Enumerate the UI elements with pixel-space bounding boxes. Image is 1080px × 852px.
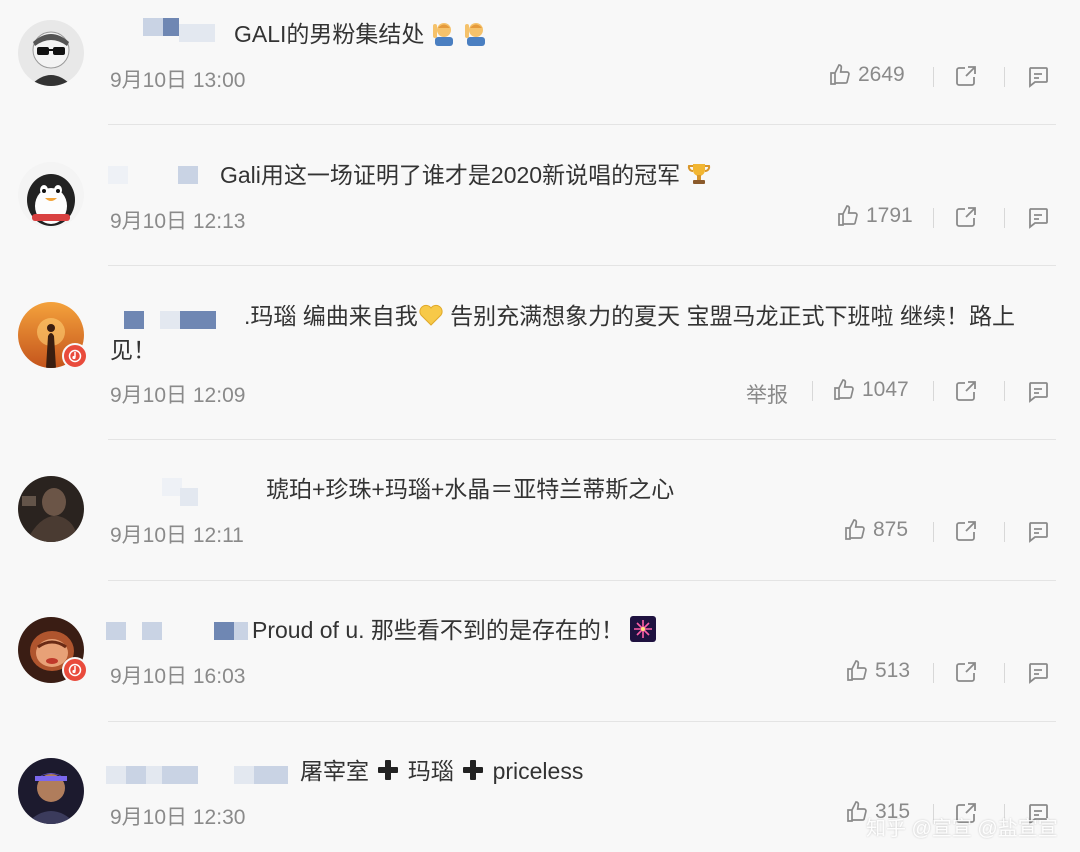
- divider: [1004, 522, 1005, 542]
- like-count: 1047: [862, 378, 909, 401]
- blurred-username[interactable]: [142, 622, 162, 640]
- blurred-username[interactable]: [180, 488, 198, 506]
- music-badge: [62, 343, 88, 369]
- comment-divider: [108, 439, 1056, 440]
- like-button[interactable]: 2649: [828, 63, 905, 87]
- divider: [1004, 208, 1005, 228]
- comment-text: 屠宰室 玛瑙 priceless: [300, 758, 584, 784]
- like-count: 513: [875, 659, 911, 682]
- blurred-username[interactable]: [108, 166, 128, 184]
- share-icon[interactable]: [954, 660, 978, 684]
- comment-time: 9月10日 12:13: [110, 210, 246, 233]
- trophy-icon: [688, 164, 711, 184]
- avatar[interactable]: [18, 476, 84, 542]
- blurred-username[interactable]: [143, 18, 163, 36]
- thumbs-up-icon: [838, 205, 858, 226]
- comment-divider: [108, 265, 1056, 266]
- yellow-heart-icon: [419, 304, 443, 326]
- avatar[interactable]: [18, 20, 84, 86]
- divider: [1004, 381, 1005, 401]
- comment-divider: [108, 580, 1056, 581]
- fireworks-icon: [630, 616, 657, 642]
- share-icon[interactable]: [954, 519, 978, 543]
- like-button[interactable]: 1791: [836, 204, 913, 228]
- divider: [1004, 67, 1005, 87]
- blurred-username[interactable]: [106, 622, 126, 640]
- blurred-username[interactable]: [163, 18, 179, 36]
- thumbs-up-icon: [834, 379, 854, 400]
- report-button[interactable]: 举报: [746, 379, 788, 409]
- blurred-username[interactable]: [162, 478, 182, 496]
- divider: [933, 522, 934, 542]
- comment-divider: [108, 124, 1056, 125]
- blurred-username[interactable]: [126, 766, 146, 784]
- comment-time: 9月10日 13:00: [110, 69, 246, 92]
- like-button[interactable]: 1047: [832, 378, 909, 402]
- comment-icon[interactable]: [1026, 64, 1050, 88]
- divider: [933, 208, 934, 228]
- comment-text: Gali用这一场证明了谁才是2020新说唱的冠军: [220, 158, 712, 192]
- share-icon[interactable]: [954, 205, 978, 229]
- comment-icon[interactable]: [1026, 660, 1050, 684]
- comment-text: .玛瑙 编曲来自我 告别充满想象力的夏天 宝盟马龙正式下班啦 继续！路上见！: [110, 303, 1015, 363]
- like-count: 2649: [858, 63, 905, 86]
- divider: [933, 663, 934, 683]
- comment-time: 9月10日 12:30: [110, 806, 246, 829]
- blurred-username[interactable]: [146, 766, 162, 784]
- like-count: 1791: [866, 204, 913, 227]
- blurred-username[interactable]: [179, 24, 215, 42]
- avatar[interactable]: [18, 758, 84, 824]
- comment-icon[interactable]: [1026, 205, 1050, 229]
- watermark: 知乎 @宣宣 @盐宣宣: [866, 818, 1058, 840]
- comment-text: 琥珀+珍珠+玛瑙+水晶＝亚特兰蒂斯之心: [266, 476, 675, 502]
- comment-icon[interactable]: [1026, 519, 1050, 543]
- comment-icon[interactable]: [1026, 379, 1050, 403]
- person-raising-hand-icon: [465, 23, 486, 46]
- blurred-username[interactable]: [214, 622, 234, 640]
- music-note-icon: [68, 663, 82, 677]
- blurred-username[interactable]: [162, 766, 198, 784]
- blurred-username[interactable]: [254, 766, 288, 784]
- comment-time: 9月10日 12:09: [110, 384, 246, 407]
- thumbs-up-icon: [847, 660, 867, 681]
- plus-icon: [463, 760, 484, 780]
- divider: [933, 67, 934, 87]
- blurred-username[interactable]: [178, 166, 198, 184]
- comment-text: Proud of u. 那些看不到的是存在的！: [252, 613, 657, 647]
- share-icon[interactable]: [954, 379, 978, 403]
- blurred-username[interactable]: [234, 766, 254, 784]
- like-button[interactable]: 513: [845, 659, 910, 683]
- person-raising-hand-icon: [432, 23, 453, 46]
- comment-divider: [108, 721, 1056, 722]
- like-count: 875: [873, 518, 909, 541]
- music-badge: [62, 657, 88, 683]
- comment-time: 9月10日 16:03: [110, 665, 246, 688]
- blurred-username[interactable]: [234, 622, 248, 640]
- music-note-icon: [68, 349, 82, 363]
- thumbs-up-icon: [830, 64, 850, 85]
- blurred-username[interactable]: [106, 766, 126, 784]
- avatar[interactable]: [18, 162, 84, 228]
- thumbs-up-icon: [845, 519, 865, 540]
- like-button[interactable]: 875: [843, 518, 908, 542]
- plus-icon: [378, 760, 399, 780]
- divider: [812, 381, 813, 401]
- divider: [1004, 663, 1005, 683]
- comment-text: GALI的男粉集结处: [234, 17, 489, 51]
- divider: [933, 381, 934, 401]
- comment-time: 9月10日 12:11: [110, 524, 244, 547]
- share-icon[interactable]: [954, 64, 978, 88]
